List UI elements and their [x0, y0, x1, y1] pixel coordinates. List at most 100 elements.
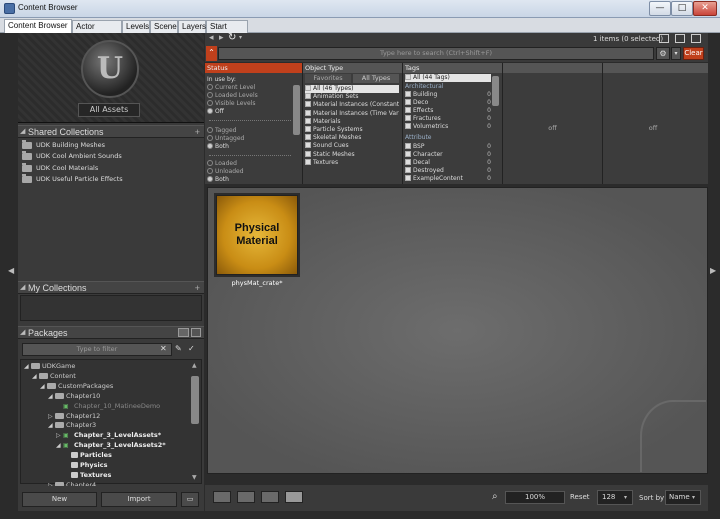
object-type-checkbox[interactable]: Skeletal Meshes: [305, 134, 399, 142]
tag-all-checkbox[interactable]: All (44 Tags): [405, 74, 491, 82]
my-collections-header[interactable]: ◢ My Collections +: [18, 281, 204, 294]
clear-filter-icon[interactable]: ✕: [160, 344, 167, 353]
status-option-selected[interactable]: Off: [207, 108, 224, 116]
refresh-dropdown-icon[interactable]: ▾: [239, 34, 242, 41]
tab-actor-classes[interactable]: Actor Classes: [72, 20, 122, 43]
tag-checkbox[interactable]: Volumetrics 0: [405, 123, 491, 131]
search-input[interactable]: Type here to search (Ctrl+Shift+F): [218, 47, 654, 60]
tree-node[interactable]: Textures: [64, 470, 111, 480]
expander-icon[interactable]: ▷: [48, 481, 55, 486]
tab-content-browser[interactable]: Content Browser: [4, 19, 72, 33]
collection-item[interactable]: UDK Useful Particle Effects: [22, 174, 202, 185]
tag-checkbox[interactable]: Character 0: [405, 151, 491, 159]
tree-node[interactable]: ◢ Content: [32, 371, 76, 381]
zoom-field[interactable]: 100%: [505, 491, 565, 504]
sort-by-select[interactable]: Name ▾: [665, 490, 701, 505]
object-type-checkbox[interactable]: Material Instances (Constant): [305, 101, 399, 109]
tags-scrollbar[interactable]: [492, 76, 499, 106]
tag-checkbox[interactable]: Fractures 0: [405, 115, 491, 123]
add-icon[interactable]: +: [195, 126, 200, 138]
collection-remove-icon[interactable]: [675, 34, 685, 43]
check-icon[interactable]: ✓: [188, 344, 195, 353]
status-option-selected[interactable]: Both: [207, 143, 229, 151]
object-type-checkbox[interactable]: Materials: [305, 117, 399, 126]
list-view-icon[interactable]: [178, 328, 189, 337]
scroll-up-icon[interactable]: ▲: [192, 362, 197, 369]
status-scrollbar[interactable]: [293, 85, 300, 135]
tab-all-types[interactable]: All Types: [353, 74, 399, 83]
status-option[interactable]: Loaded Levels: [207, 92, 258, 100]
tag-checkbox[interactable]: Destroyed 0: [405, 167, 491, 175]
tree-node[interactable]: Physics: [64, 460, 107, 470]
object-type-checkbox[interactable]: Particle Systems: [305, 126, 399, 134]
view-mode-list-icon[interactable]: [213, 491, 231, 503]
view-mode-thumbnail-icon[interactable]: [285, 491, 303, 503]
tag-checkbox[interactable]: Deco 0: [405, 99, 491, 107]
tree-node[interactable]: ◢ CustomPackages: [40, 381, 113, 391]
tree-node[interactable]: ◢ UDKGame: [24, 361, 75, 371]
tag-checkbox[interactable]: Building 0: [405, 91, 491, 99]
status-option[interactable]: Unloaded: [207, 168, 244, 176]
view-mode-split-icon[interactable]: [237, 491, 255, 503]
package-filter-input[interactable]: Type to filter: [22, 343, 172, 356]
expander-icon[interactable]: ◢: [40, 382, 47, 392]
tree-node[interactable]: ◢ ▣ Chapter_3_LevelAssets2*: [56, 440, 166, 450]
tab-start-page[interactable]: Start Page: [206, 20, 248, 43]
reset-zoom-button[interactable]: Reset: [570, 493, 590, 501]
tree-node[interactable]: ▷ ▣ Chapter_3_LevelAssets*: [56, 430, 161, 440]
all-assets-button[interactable]: All Assets: [78, 103, 140, 117]
tree-node[interactable]: Particles: [64, 450, 112, 460]
scroll-down-icon[interactable]: ▼: [192, 474, 197, 481]
collection-item[interactable]: UDK Cool Ambient Sounds: [22, 151, 202, 162]
thumbnail-size-select[interactable]: 128 ▾: [597, 490, 633, 505]
status-option[interactable]: Visible Levels: [207, 100, 255, 108]
collection-add-icon[interactable]: [659, 34, 669, 43]
object-type-checkbox[interactable]: Material Instances (Time Varying): [305, 109, 399, 118]
minimize-button[interactable]: —: [649, 1, 671, 16]
status-option[interactable]: Tagged: [207, 127, 236, 135]
tab-levels[interactable]: Levels: [122, 20, 150, 33]
search-dropdown-icon[interactable]: ▾: [671, 47, 681, 60]
add-icon[interactable]: +: [195, 282, 200, 294]
object-type-checkbox[interactable]: Textures: [305, 158, 399, 167]
collapse-left-arrow-icon[interactable]: ◀: [8, 266, 14, 275]
status-option[interactable]: Loaded: [207, 160, 237, 168]
object-type-checkbox[interactable]: Sound Cues: [305, 142, 399, 150]
new-button[interactable]: New: [22, 492, 97, 507]
tree-node[interactable]: ▣ Chapter_10_MatineeDemo: [56, 401, 160, 411]
back-arrow-icon[interactable]: ◂: [209, 33, 214, 43]
tree-node[interactable]: ◢ Chapter3: [48, 420, 96, 430]
collection-new-icon[interactable]: [691, 34, 701, 43]
tree-node[interactable]: ▷ Chapter12: [48, 411, 100, 421]
close-button[interactable]: ✕: [693, 1, 717, 16]
tree-node[interactable]: ▷ Chapter4: [48, 480, 96, 486]
shared-collections-header[interactable]: ◢ Shared Collections +: [18, 125, 204, 138]
status-option[interactable]: Untagged: [207, 135, 244, 143]
tab-scene[interactable]: Scene: [150, 20, 178, 33]
tree-view-icon[interactable]: [191, 328, 201, 337]
forward-arrow-icon[interactable]: ▸: [219, 33, 224, 43]
tree-scrollbar-thumb[interactable]: [191, 376, 199, 424]
collection-item[interactable]: UDK Building Meshes: [22, 140, 202, 151]
tab-favorites[interactable]: Favorites: [305, 74, 351, 83]
collapse-filters-icon[interactable]: ⌃: [206, 46, 217, 61]
object-type-checkbox[interactable]: All (46 Types): [305, 85, 399, 93]
import-button[interactable]: Import: [101, 492, 177, 507]
tag-checkbox[interactable]: Effects 0: [405, 107, 491, 115]
object-type-checkbox[interactable]: Animation Sets: [305, 93, 399, 101]
tag-checkbox[interactable]: Decal 0: [405, 159, 491, 167]
collection-item[interactable]: UDK Cool Materials: [22, 163, 202, 174]
refresh-icon[interactable]: ↻: [228, 32, 236, 43]
object-type-checkbox[interactable]: Static Meshes: [305, 150, 399, 159]
collapse-right-arrow-icon[interactable]: ▶: [710, 266, 716, 275]
clear-button[interactable]: Clear: [683, 47, 704, 60]
packages-header[interactable]: ◢ Packages: [18, 326, 204, 339]
view-mode-grid-icon[interactable]: [261, 491, 279, 503]
expander-icon[interactable]: ◢: [48, 392, 55, 402]
status-option-selected[interactable]: Both: [207, 176, 229, 183]
expander-icon[interactable]: ◢: [24, 362, 31, 372]
status-option[interactable]: Current Level: [207, 84, 255, 92]
search-options-icon[interactable]: ⚙: [656, 47, 670, 60]
expander-icon[interactable]: ◢: [56, 441, 63, 451]
expander-icon[interactable]: ◢: [48, 421, 55, 431]
